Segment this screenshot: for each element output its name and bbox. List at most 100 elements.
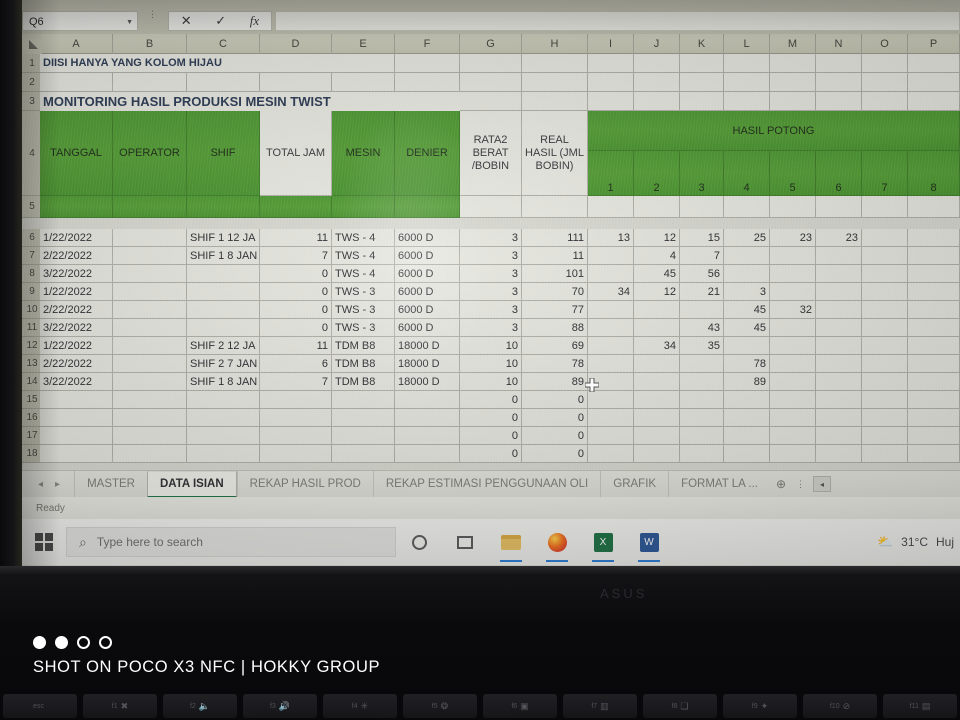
cell-potong-6[interactable] xyxy=(816,283,862,301)
cell-potong-2[interactable] xyxy=(634,319,680,337)
header-hasil-potong[interactable]: HASIL POTONG xyxy=(588,111,960,151)
grid-cell[interactable] xyxy=(908,196,960,218)
column-header-a[interactable]: A xyxy=(40,34,113,54)
grid-cell[interactable] xyxy=(460,73,522,92)
cell-rata2[interactable]: 0 xyxy=(460,391,522,409)
grid-cell[interactable] xyxy=(395,54,460,73)
cell-rata2[interactable]: 10 xyxy=(460,373,522,391)
cell-total-jam[interactable]: 6 xyxy=(260,355,332,373)
cell-total-jam[interactable] xyxy=(260,427,332,445)
cell-denier[interactable] xyxy=(395,409,460,427)
cell-mesin[interactable]: TWS - 4 xyxy=(332,265,395,283)
cell-tanggal[interactable]: 3/22/2022 xyxy=(40,319,113,337)
cell-real-hasil[interactable]: 0 xyxy=(522,427,588,445)
cell-total-jam[interactable]: 7 xyxy=(260,247,332,265)
grid-cell[interactable] xyxy=(460,92,522,111)
grid-cell[interactable] xyxy=(588,73,634,92)
cell-potong-8[interactable] xyxy=(908,319,960,337)
cell-real-hasil[interactable]: 88 xyxy=(522,319,588,337)
cell-total-jam[interactable] xyxy=(260,409,332,427)
cell-potong-1[interactable] xyxy=(588,391,634,409)
cell-shif[interactable] xyxy=(187,301,260,319)
grid-cell[interactable] xyxy=(680,54,724,73)
cell-potong-2[interactable] xyxy=(634,445,680,463)
sheet-tab-rekap-hasil-prod[interactable]: REKAP HASIL PROD xyxy=(236,470,373,498)
key-f1[interactable]: f1 ✖ xyxy=(83,694,157,718)
grid-cell[interactable] xyxy=(634,92,680,111)
cell-potong-1[interactable] xyxy=(588,265,634,283)
sheet-prev-icon[interactable]: ◂ xyxy=(38,479,43,490)
grid-cell[interactable] xyxy=(588,196,634,218)
column-header-h[interactable]: H xyxy=(522,34,588,54)
cell-real-hasil[interactable]: 11 xyxy=(522,247,588,265)
cell-potong-5[interactable] xyxy=(770,427,816,445)
cell-potong-3[interactable] xyxy=(680,373,724,391)
row-header-6[interactable]: 6 xyxy=(22,229,42,247)
grid-cell[interactable] xyxy=(522,54,588,73)
cell-real-hasil[interactable]: 69 xyxy=(522,337,588,355)
row-header-1[interactable]: 1 xyxy=(22,54,42,73)
grid-cell[interactable] xyxy=(908,92,960,111)
sheet-tab-format-la-[interactable]: FORMAT LA ... xyxy=(668,470,770,498)
cell-potong-6[interactable] xyxy=(816,373,862,391)
grid-cell[interactable] xyxy=(862,73,908,92)
cell-rata2[interactable]: 10 xyxy=(460,337,522,355)
cell-potong-6[interactable]: 23 xyxy=(816,229,862,247)
grid-cell[interactable] xyxy=(260,73,332,92)
header-spacer[interactable] xyxy=(332,196,395,218)
cell-potong-7[interactable] xyxy=(862,355,908,373)
grid-cell[interactable] xyxy=(460,196,522,218)
cell-potong-7[interactable] xyxy=(862,409,908,427)
horizontal-scroll-left-button[interactable]: ◂ xyxy=(813,476,832,492)
header-shif[interactable]: SHIF xyxy=(187,111,260,196)
cell-potong-8[interactable] xyxy=(908,409,960,427)
cell-potong-7[interactable] xyxy=(862,265,908,283)
cell-real-hasil[interactable]: 89 xyxy=(522,373,588,391)
cell-potong-8[interactable] xyxy=(908,301,960,319)
key-f4[interactable]: f4 ✳ xyxy=(323,694,397,718)
key-esc[interactable]: esc xyxy=(3,694,77,718)
system-tray[interactable]: ⛅ 31°C Huj xyxy=(877,534,960,550)
cell-potong-6[interactable] xyxy=(816,391,862,409)
header-mesin[interactable]: MESIN xyxy=(332,111,395,196)
column-header-l[interactable]: L xyxy=(724,34,770,54)
grid-cell[interactable] xyxy=(816,196,862,218)
grid-cell[interactable] xyxy=(770,54,816,73)
cell-mesin[interactable]: TDM B8 xyxy=(332,355,395,373)
cell-potong-4[interactable]: 89 xyxy=(724,373,770,391)
cell-mesin[interactable] xyxy=(332,427,395,445)
cell-denier[interactable] xyxy=(395,391,460,409)
cell-operator[interactable] xyxy=(113,229,187,247)
column-header-p[interactable]: P xyxy=(908,34,960,54)
header-potong-2[interactable]: 2 xyxy=(634,151,680,196)
cell-denier[interactable]: 6000 D xyxy=(395,265,460,283)
task-view-icon[interactable] xyxy=(442,519,488,565)
column-header-d[interactable]: D xyxy=(260,34,332,54)
grid-cell[interactable] xyxy=(588,54,634,73)
cell-potong-3[interactable]: 56 xyxy=(680,265,724,283)
cell-potong-4[interactable]: 25 xyxy=(724,229,770,247)
cell-denier[interactable]: 6000 D xyxy=(395,319,460,337)
cell-potong-3[interactable] xyxy=(680,409,724,427)
cell-potong-7[interactable] xyxy=(862,229,908,247)
cell-potong-7[interactable] xyxy=(862,301,908,319)
cell-potong-2[interactable]: 4 xyxy=(634,247,680,265)
cell-potong-3[interactable] xyxy=(680,445,724,463)
cell-tanggal[interactable]: 1/22/2022 xyxy=(40,229,113,247)
cell-potong-7[interactable] xyxy=(862,247,908,265)
cell-potong-1[interactable]: 13 xyxy=(588,229,634,247)
header-potong-3[interactable]: 3 xyxy=(680,151,724,196)
cell-tanggal[interactable]: 2/22/2022 xyxy=(40,355,113,373)
key-f6[interactable]: f6 ▣ xyxy=(483,694,557,718)
cortana-icon[interactable] xyxy=(396,519,442,565)
column-header-m[interactable]: M xyxy=(770,34,816,54)
taskbar-app-word[interactable]: W xyxy=(626,519,672,565)
cell-total-jam[interactable] xyxy=(260,445,332,463)
cell-potong-7[interactable] xyxy=(862,373,908,391)
grid-cell[interactable] xyxy=(522,92,588,111)
row-header-13[interactable]: 13 xyxy=(22,355,42,373)
grid-cell[interactable] xyxy=(862,92,908,111)
cell-real-hasil[interactable]: 0 xyxy=(522,391,588,409)
cell-potong-5[interactable] xyxy=(770,355,816,373)
grid-cell[interactable] xyxy=(332,73,395,92)
